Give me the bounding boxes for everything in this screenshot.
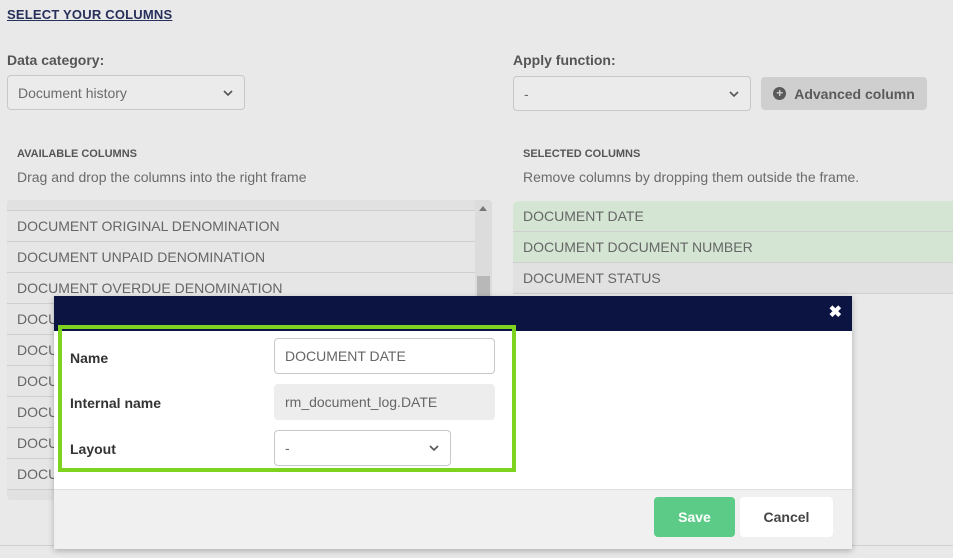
cancel-button[interactable]: Cancel bbox=[740, 497, 833, 537]
list-item[interactable]: DOCUMENT STATUS bbox=[513, 263, 953, 294]
data-category-value: Document history bbox=[18, 84, 127, 101]
list-item[interactable]: DOCUMENT UNPAID DENOMINATION bbox=[7, 242, 475, 273]
page-title: SELECT YOUR COLUMNS bbox=[7, 7, 173, 22]
selected-columns-list[interactable]: DOCUMENT DATE DOCUMENT DOCUMENT NUMBER D… bbox=[513, 201, 953, 294]
chevron-down-icon bbox=[429, 445, 439, 452]
data-category-label: Data category: bbox=[7, 52, 105, 68]
internal-name-label: Internal name bbox=[70, 395, 162, 411]
name-label: Name bbox=[70, 350, 109, 366]
advanced-column-label: Advanced column bbox=[794, 85, 915, 102]
selected-columns-heading: SELECTED COLUMNS bbox=[523, 148, 641, 160]
list-item[interactable]: DOCUMENT DOCUMENT NUMBER bbox=[513, 232, 953, 263]
close-icon[interactable]: ✖ bbox=[829, 305, 842, 321]
apply-function-label: Apply function: bbox=[513, 52, 616, 68]
available-columns-heading: AVAILABLE COLUMNS bbox=[17, 148, 137, 160]
save-button[interactable]: Save bbox=[654, 497, 735, 537]
apply-function-select[interactable]: - bbox=[513, 76, 751, 111]
internal-name-field: rm_document_log.DATE bbox=[274, 384, 495, 420]
advanced-column-button[interactable]: + Advanced column bbox=[761, 77, 927, 110]
available-columns-subtitle: Drag and drop the columns into the right… bbox=[17, 169, 307, 185]
modal-footer: Save Cancel bbox=[54, 489, 852, 549]
list-item[interactable]: DOCUMENT DATE bbox=[513, 201, 953, 232]
layout-select[interactable]: - bbox=[274, 430, 451, 466]
chevron-down-icon bbox=[729, 90, 739, 97]
layout-value: - bbox=[285, 440, 290, 456]
column-edit-modal: ✖ Name DOCUMENT DATE Internal name rm_do… bbox=[54, 296, 852, 549]
name-input[interactable]: DOCUMENT DATE bbox=[274, 338, 495, 374]
list-item[interactable]: DOCUMENT ORIGINAL DENOMINATION bbox=[7, 211, 475, 242]
modal-body: Name DOCUMENT DATE Internal name rm_docu… bbox=[54, 325, 852, 489]
layout-label: Layout bbox=[70, 441, 116, 457]
selected-columns-subtitle: Remove columns by dropping them outside … bbox=[523, 169, 860, 185]
data-category-select[interactable]: Document history bbox=[7, 75, 245, 110]
list-top-spacer bbox=[7, 200, 475, 211]
chevron-down-icon bbox=[223, 89, 233, 96]
scroll-up-arrow-icon[interactable] bbox=[479, 206, 487, 211]
apply-function-value: - bbox=[524, 85, 529, 102]
plus-circle-icon: + bbox=[773, 87, 787, 100]
